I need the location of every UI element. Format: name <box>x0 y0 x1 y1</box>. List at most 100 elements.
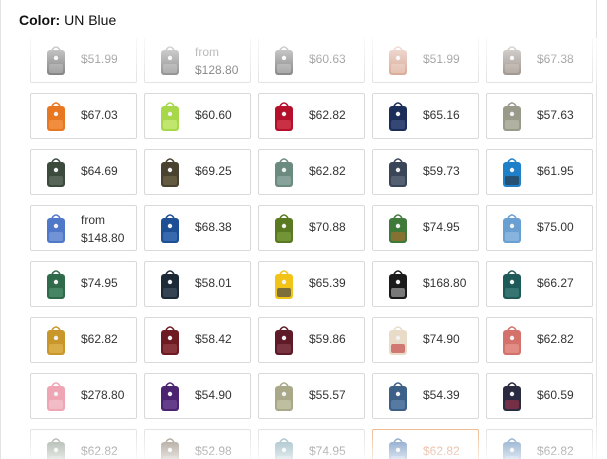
color-swatch-option[interactable]: $67.38 <box>486 38 593 83</box>
color-swatch-option[interactable]: $60.59 <box>486 373 593 419</box>
color-swatch-option[interactable]: $54.39 <box>372 373 479 419</box>
color-swatch-option[interactable]: $62.82 <box>30 317 137 363</box>
backpack-thumbnail-icon <box>503 102 521 131</box>
price-line: from <box>81 213 105 227</box>
swatch-price: $62.82 <box>537 331 574 347</box>
backpack-thumbnail-icon <box>503 382 521 411</box>
color-swatch-option[interactable]: $62.82 <box>30 429 137 459</box>
color-swatch-option[interactable]: $68.38 <box>144 205 251 251</box>
backpack-thumbnail-icon <box>275 46 293 75</box>
swatch-price: $74.95 <box>423 219 460 235</box>
backpack-thumbnail-icon <box>161 102 179 131</box>
color-swatch-option[interactable]: $58.01 <box>144 261 251 307</box>
swatch-price: $54.39 <box>423 387 460 403</box>
color-swatch-option[interactable]: $62.82 <box>258 93 365 139</box>
color-swatch-option[interactable]: $55.57 <box>258 373 365 419</box>
color-swatch-option[interactable]: $74.90 <box>372 317 479 363</box>
color-swatch-option[interactable]: $60.63 <box>258 38 365 83</box>
swatch-price: $51.99 <box>81 51 118 67</box>
price-line: $55.57 <box>309 388 346 402</box>
swatch-price: $62.82 <box>309 107 346 123</box>
price-line: $65.39 <box>309 276 346 290</box>
swatch-row: $51.99 from $128.80 $60.63 $51.99 $67.38 <box>30 38 598 85</box>
color-swatch-option[interactable]: from $128.80 <box>144 38 251 83</box>
color-swatch-option[interactable]: $60.60 <box>144 93 251 139</box>
color-picker-panel: Color: UN Blue $51.99 from $128.80 $60.63 $5… <box>0 0 598 459</box>
color-swatch-option[interactable]: $62.82 <box>372 429 479 459</box>
backpack-thumbnail-icon <box>389 46 407 75</box>
color-swatch-option[interactable]: $65.39 <box>258 261 365 307</box>
color-swatch-option[interactable]: from $148.80 <box>30 205 137 251</box>
swatch-row: $62.82 $52.98 $74.95 $62.82 $62.82 <box>30 429 598 459</box>
swatch-price: $59.73 <box>423 163 460 179</box>
swatch-price: $54.90 <box>195 387 232 403</box>
color-swatch-option[interactable]: $64.69 <box>30 149 137 195</box>
color-swatch-option[interactable]: $59.86 <box>258 317 365 363</box>
price-line: $69.25 <box>195 164 232 178</box>
color-swatch-option[interactable]: $65.16 <box>372 93 479 139</box>
backpack-thumbnail-icon <box>389 326 407 355</box>
swatch-price: $70.88 <box>309 219 346 235</box>
backpack-thumbnail-icon <box>47 214 65 243</box>
color-swatch-option[interactable]: $168.80 <box>372 261 479 307</box>
backpack-thumbnail-icon <box>503 46 521 75</box>
swatch-price: $52.98 <box>195 443 232 459</box>
backpack-thumbnail-icon <box>161 270 179 299</box>
color-swatch-option[interactable]: $61.95 <box>486 149 593 195</box>
color-swatch-option[interactable]: $67.03 <box>30 93 137 139</box>
color-swatch-option[interactable]: $70.88 <box>258 205 365 251</box>
price-line: $278.80 <box>81 388 125 402</box>
backpack-thumbnail-icon <box>161 158 179 187</box>
color-swatch-option[interactable]: $74.95 <box>30 261 137 307</box>
color-swatch-option[interactable]: $74.95 <box>372 205 479 251</box>
swatch-price: $62.82 <box>81 331 118 347</box>
swatch-price: $51.99 <box>423 51 460 67</box>
color-swatch-option[interactable]: $58.42 <box>144 317 251 363</box>
price-line: $62.82 <box>81 332 118 346</box>
swatch-price: $74.95 <box>309 443 346 459</box>
swatch-price: $62.82 <box>537 443 574 459</box>
backpack-thumbnail-icon <box>161 214 179 243</box>
price-line: $62.82 <box>81 444 118 458</box>
price-line: $60.59 <box>537 388 574 402</box>
color-swatch-option[interactable]: $66.27 <box>486 261 593 307</box>
color-swatch-option[interactable]: $52.98 <box>144 429 251 459</box>
color-swatch-option[interactable]: $278.80 <box>30 373 137 419</box>
backpack-thumbnail-icon <box>389 102 407 131</box>
swatch-row: from $148.80 $68.38 $70.88 $74.95 $75.00 <box>30 205 598 253</box>
backpack-thumbnail-icon <box>161 382 179 411</box>
swatch-price: $60.59 <box>537 387 574 403</box>
color-swatch-option[interactable]: $57.63 <box>486 93 593 139</box>
color-swatch-option[interactable]: $75.00 <box>486 205 593 251</box>
color-swatch-option[interactable]: $51.99 <box>372 38 479 83</box>
color-swatch-option[interactable]: $59.73 <box>372 149 479 195</box>
swatch-grid-viewport[interactable]: $51.99 from $128.80 $60.63 $51.99 $67.38 $67.0… <box>1 38 598 459</box>
color-swatch-option[interactable]: $62.82 <box>258 149 365 195</box>
price-line: from <box>195 45 219 59</box>
swatch-price: $57.63 <box>537 107 574 123</box>
price-line: $62.82 <box>537 444 574 458</box>
color-swatch-option[interactable]: $62.82 <box>486 429 593 459</box>
backpack-thumbnail-icon <box>503 438 521 459</box>
color-swatch-option[interactable]: $62.82 <box>486 317 593 363</box>
color-swatch-option[interactable]: $51.99 <box>30 38 137 83</box>
price-line: $58.42 <box>195 332 232 346</box>
color-swatch-option[interactable]: $54.90 <box>144 373 251 419</box>
price-line: $58.01 <box>195 276 232 290</box>
swatch-price: $67.03 <box>81 107 118 123</box>
color-swatch-option[interactable]: $74.95 <box>258 429 365 459</box>
price-line: $67.03 <box>81 108 118 122</box>
backpack-thumbnail-icon <box>275 326 293 355</box>
selected-color-name: UN Blue <box>64 12 117 28</box>
price-line: $66.27 <box>537 276 574 290</box>
color-header: Color: UN Blue <box>19 12 116 28</box>
swatch-price: $66.27 <box>537 275 574 291</box>
backpack-thumbnail-icon <box>389 214 407 243</box>
backpack-thumbnail-icon <box>47 382 65 411</box>
price-line: $67.38 <box>537 52 574 66</box>
color-swatch-option[interactable]: $69.25 <box>144 149 251 195</box>
price-line: $65.16 <box>423 108 460 122</box>
price-line: $64.69 <box>81 164 118 178</box>
swatch-price: from $148.80 <box>81 211 124 247</box>
price-line: $54.90 <box>195 388 232 402</box>
